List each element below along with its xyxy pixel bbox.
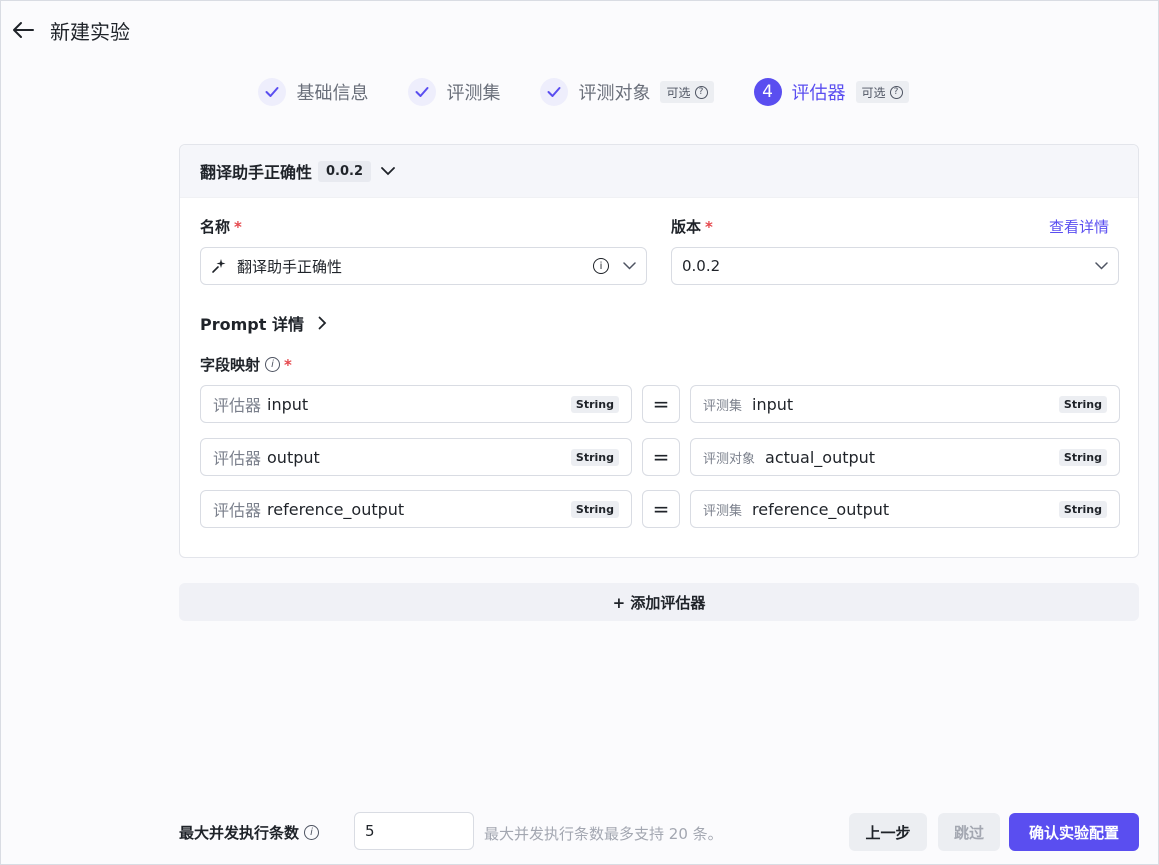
info-icon[interactable]: i bbox=[265, 357, 281, 372]
evaluator-name-select[interactable]: 翻译助手正确性 i bbox=[200, 247, 647, 285]
page-title: 新建实验 bbox=[50, 19, 130, 44]
evaluator-card-header: 翻译助手正确性 0.0.2 bbox=[180, 145, 1138, 198]
evaluator-field: 评估器 reference_output String bbox=[200, 490, 632, 528]
type-tag: String bbox=[1058, 395, 1107, 413]
concurrency-label: 最大并发执行条数 i bbox=[179, 822, 320, 843]
step-number: 4 bbox=[753, 78, 782, 106]
question-icon[interactable]: ? bbox=[694, 85, 708, 99]
equals-sign: = bbox=[642, 490, 680, 528]
version-select[interactable]: 0.0.2 bbox=[671, 247, 1119, 285]
selected-value: 翻译助手正确性 bbox=[237, 257, 343, 276]
chevron-down-icon bbox=[623, 262, 636, 270]
field-mapping-label: 字段映射 i * bbox=[200, 355, 292, 375]
step-basic-info[interactable]: 基础信息 bbox=[258, 78, 368, 106]
check-icon bbox=[258, 78, 287, 106]
prompt-details-toggle[interactable]: Prompt 详情 bbox=[200, 311, 327, 335]
equals-sign: = bbox=[642, 385, 680, 423]
name-label: 名称 * bbox=[200, 218, 242, 236]
type-tag: String bbox=[570, 500, 619, 518]
type-tag: String bbox=[570, 448, 619, 466]
skip-button[interactable]: 跳过 bbox=[938, 813, 1000, 851]
step-evaluator[interactable]: 4 评估器 可选 ? bbox=[753, 78, 909, 106]
chevron-down-icon bbox=[381, 166, 395, 175]
type-tag: String bbox=[570, 395, 619, 413]
equals-sign: = bbox=[642, 438, 680, 476]
concurrency-input[interactable] bbox=[354, 812, 474, 850]
step-label: 评测集 bbox=[446, 83, 501, 104]
evaluator-card: 翻译助手正确性 0.0.2 名称 * 版本 * 查看详情 翻译助手正确性 i 0.0… bbox=[179, 144, 1139, 558]
step-label: 评测对象 bbox=[578, 83, 651, 104]
collapse-toggle[interactable] bbox=[379, 162, 397, 180]
view-details-link[interactable]: 查看详情 bbox=[1049, 216, 1109, 237]
required-mark: * bbox=[284, 355, 292, 374]
required-mark: * bbox=[234, 218, 242, 236]
mapping-row: 评估器 output String = 评测对象 actual_output S… bbox=[200, 438, 1120, 476]
question-icon[interactable]: ? bbox=[889, 85, 903, 99]
add-evaluator-button[interactable]: + 添加评估器 bbox=[179, 583, 1139, 621]
evaluator-field: 评估器 input String bbox=[200, 385, 632, 423]
sparkle-icon bbox=[212, 259, 226, 273]
source-field-select[interactable]: 评测对象 actual_output String bbox=[690, 438, 1120, 476]
selected-value: 0.0.2 bbox=[682, 257, 721, 275]
check-icon bbox=[540, 78, 569, 106]
evaluator-title: 翻译助手正确性 bbox=[200, 163, 313, 182]
evaluator-field: 评估器 output String bbox=[200, 438, 632, 476]
step-label: 基础信息 bbox=[296, 83, 369, 104]
chevron-right-icon bbox=[318, 316, 327, 330]
header: 新建实验 bbox=[1, 1, 1158, 59]
required-mark: * bbox=[705, 218, 713, 236]
source-field-select[interactable]: 评测集 input String bbox=[690, 385, 1120, 423]
type-tag: String bbox=[1058, 500, 1107, 518]
concurrency-hint: 最大并发执行条数最多支持 20 条。 bbox=[484, 825, 723, 843]
info-icon[interactable]: i bbox=[304, 825, 320, 840]
type-tag: String bbox=[1058, 448, 1107, 466]
source-field-select[interactable]: 评测集 reference_output String bbox=[690, 490, 1120, 528]
optional-tag: 可选 ? bbox=[660, 81, 714, 103]
check-icon bbox=[408, 78, 437, 106]
mapping-row: 评估器 input String = 评测集 input String bbox=[200, 385, 1120, 423]
prev-step-button[interactable]: 上一步 bbox=[849, 813, 927, 851]
step-eval-target[interactable]: 评测对象 可选 ? bbox=[540, 78, 714, 106]
steps-bar: 基础信息 评测集 评测对象 可选 ? 4 评估器 可选 ? bbox=[1, 75, 1158, 109]
mapping-row: 评估器 reference_output String = 评测集 refere… bbox=[200, 490, 1120, 528]
arrow-left-icon bbox=[13, 22, 34, 38]
version-label: 版本 * bbox=[671, 218, 713, 236]
back-button[interactable] bbox=[11, 18, 35, 42]
optional-tag: 可选 ? bbox=[855, 81, 909, 103]
confirm-config-button[interactable]: 确认实验配置 bbox=[1009, 813, 1139, 851]
step-label: 评估器 bbox=[791, 83, 846, 104]
step-eval-set[interactable]: 评测集 bbox=[408, 78, 500, 106]
chevron-down-icon bbox=[1095, 262, 1108, 270]
info-icon[interactable]: i bbox=[593, 258, 609, 274]
version-tag: 0.0.2 bbox=[318, 160, 372, 182]
